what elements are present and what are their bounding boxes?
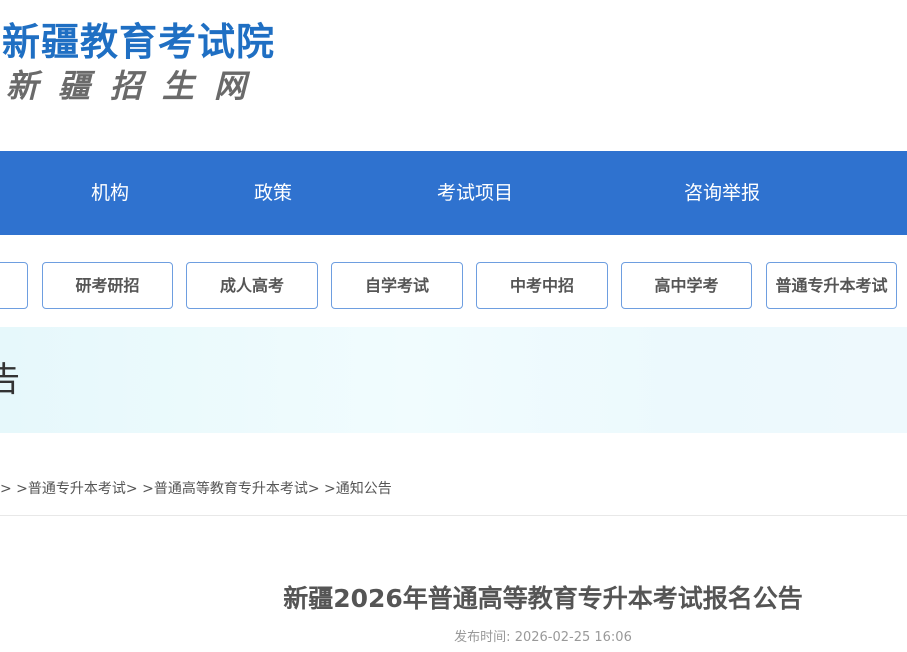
nav-item-zhengce[interactable]: 政策 bbox=[254, 151, 292, 235]
category-button-yankao[interactable]: 研考研招 bbox=[42, 262, 173, 309]
breadcrumb-link-putong-gaodeng[interactable]: 普通高等教育专升本考试 bbox=[154, 481, 308, 497]
breadcrumb: > >普通专升本考试> >普通高等教育专升本考试> >通知公告 bbox=[0, 478, 392, 500]
site-header: 新疆教育考试院 新疆招生网 bbox=[0, 0, 907, 150]
section-banner: 告 bbox=[0, 327, 907, 433]
site-logo-subtitle: 新疆招生网 bbox=[6, 67, 267, 105]
breadcrumb-separator: > > bbox=[125, 481, 154, 497]
site-logo-title[interactable]: 新疆教育考试院 bbox=[2, 20, 275, 64]
publish-time-label: 发布时间: bbox=[454, 630, 511, 645]
category-button-partial[interactable] bbox=[0, 262, 28, 309]
breadcrumb-separator: > > bbox=[0, 481, 28, 497]
nav-item-jigou[interactable]: 机构 bbox=[91, 151, 129, 235]
page: 新疆教育考试院 新疆招生网 机构 政策 考试项目 咨询举报 研考研招 成人高考 … bbox=[0, 0, 907, 652]
category-button-zhuanshengben[interactable]: 普通专升本考试 bbox=[766, 262, 897, 309]
category-button-chengkao[interactable]: 成人高考 bbox=[186, 262, 318, 309]
main-nav: 机构 政策 考试项目 咨询举报 bbox=[0, 151, 907, 235]
breadcrumb-divider bbox=[0, 515, 907, 516]
article-title: 新疆2026年普通高等教育专升本考试报名公告 bbox=[283, 584, 803, 613]
breadcrumb-link-zhuanshengben[interactable]: 普通专升本考试 bbox=[28, 481, 126, 497]
banner-heading: 告 bbox=[0, 360, 20, 400]
category-button-xuekao[interactable]: 高中学考 bbox=[621, 262, 752, 309]
breadcrumb-link-tongzhi-gonggao[interactable]: 通知公告 bbox=[336, 481, 392, 497]
category-button-zikao[interactable]: 自学考试 bbox=[331, 262, 463, 309]
exam-category-bar: 研考研招 成人高考 自学考试 中考中招 高中学考 普通专升本考试 bbox=[0, 262, 907, 310]
nav-item-kaoshi-xiangmu[interactable]: 考试项目 bbox=[437, 151, 513, 235]
breadcrumb-separator: > > bbox=[307, 481, 336, 497]
category-button-zhongkao[interactable]: 中考中招 bbox=[476, 262, 608, 309]
nav-item-zixun-jubao[interactable]: 咨询举报 bbox=[684, 151, 760, 235]
article-meta: 发布时间: 2026-02-25 16:06 bbox=[200, 628, 886, 648]
publish-time-value: 2026-02-25 16:06 bbox=[514, 630, 632, 645]
